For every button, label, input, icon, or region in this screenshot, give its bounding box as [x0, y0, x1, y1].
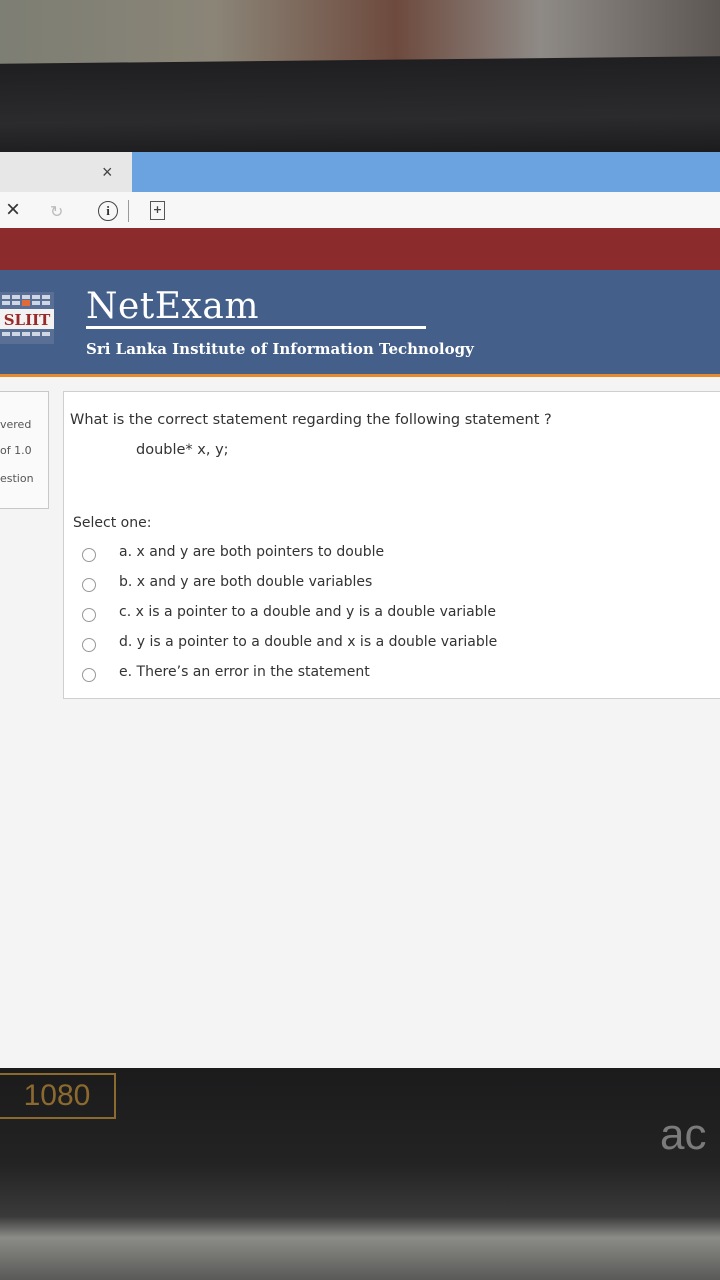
active-tab[interactable]: [132, 152, 720, 194]
answer-option-label[interactable]: b. x and y are both double variables: [119, 574, 372, 590]
divider: [128, 200, 129, 222]
question-mark: of 1.0: [0, 444, 32, 457]
answer-option-a[interactable]: a. x and y are both pointers to double: [82, 544, 702, 568]
monitor-brand-logo: ac: [660, 1110, 707, 1159]
flag-question[interactable]: estion: [0, 472, 34, 485]
tab-close-icon[interactable]: ×: [102, 162, 113, 183]
site-header: SLIIT NetExam Sri Lanka Institute of Inf…: [0, 270, 720, 377]
site-title: NetExam: [86, 286, 259, 327]
question-state: vered: [0, 418, 32, 431]
logo-text: SLIIT: [4, 311, 51, 329]
radio-button[interactable]: [82, 578, 96, 592]
tab-strip: ×: [0, 152, 720, 194]
stop-icon[interactable]: ×: [6, 196, 20, 224]
radio-button[interactable]: [82, 668, 96, 682]
answer-option-label[interactable]: e. There’s an error in the statement: [119, 664, 370, 680]
radio-button[interactable]: [82, 638, 96, 652]
question-card: What is the correct statement regarding …: [63, 391, 720, 699]
radio-button[interactable]: [82, 548, 96, 562]
page-icon[interactable]: +: [150, 201, 165, 220]
main-content: vered of 1.0 estion What is the correct …: [0, 377, 720, 1077]
reload-icon[interactable]: ↻: [50, 202, 63, 221]
answer-option-label[interactable]: d. y is a pointer to a double and x is a…: [119, 634, 497, 650]
answer-option-e[interactable]: e. There’s an error in the statement: [82, 664, 702, 688]
resolution-badge: 1080: [0, 1073, 116, 1119]
answer-option-b[interactable]: b. x and y are both double variables: [82, 574, 702, 598]
monitor-bezel-top: [0, 56, 720, 164]
question-code: double* x, y;: [136, 442, 229, 458]
answer-option-c[interactable]: c. x is a pointer to a double and y is a…: [82, 604, 702, 628]
question-info-panel: vered of 1.0 estion: [0, 391, 49, 509]
site-subtitle: Sri Lanka Institute of Information Techn…: [86, 340, 474, 358]
site-top-bar: [0, 228, 720, 270]
address-bar: × ↻ i +: [0, 192, 720, 229]
sliit-logo: SLIIT: [0, 292, 54, 344]
select-one-label: Select one:: [73, 515, 152, 531]
title-rule: [86, 326, 426, 329]
radio-button[interactable]: [82, 608, 96, 622]
answer-option-label[interactable]: a. x and y are both pointers to double: [119, 544, 384, 560]
question-text: What is the correct statement regarding …: [70, 412, 552, 428]
answer-option-d[interactable]: d. y is a pointer to a double and x is a…: [82, 634, 702, 658]
info-icon[interactable]: i: [98, 201, 118, 221]
screen: × × ↻ i + SLIIT NetExam Sri Lanka Instit…: [0, 152, 720, 1077]
answer-option-label[interactable]: c. x is a pointer to a double and y is a…: [119, 604, 496, 620]
